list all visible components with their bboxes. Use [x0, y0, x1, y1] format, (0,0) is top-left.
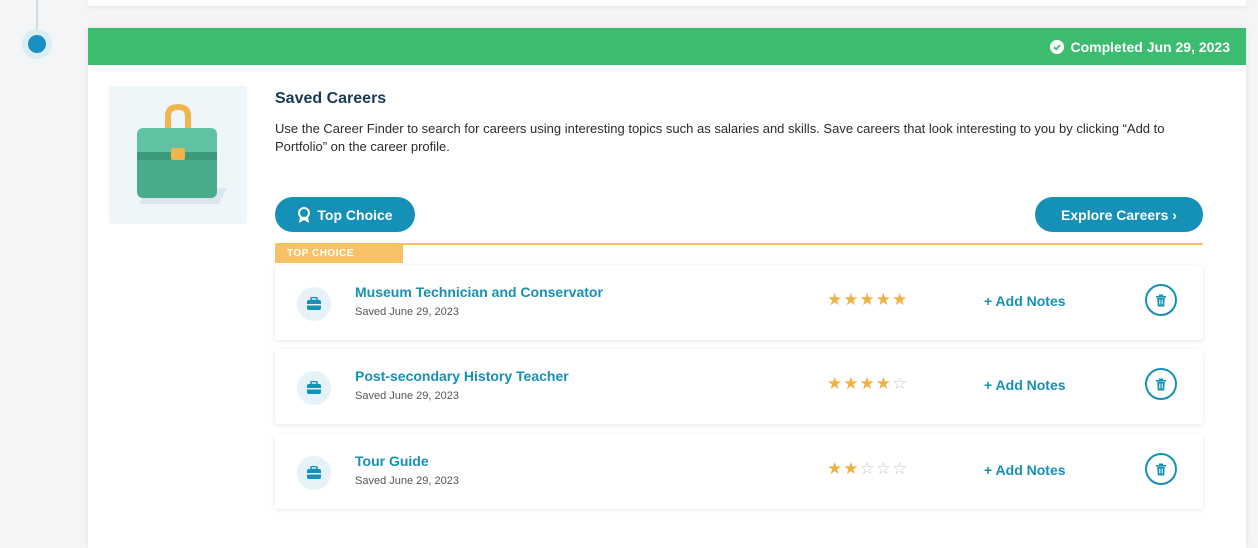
star-filled-icon[interactable]: ★	[876, 290, 892, 309]
star-filled-icon[interactable]: ★	[876, 374, 892, 393]
star-filled-icon[interactable]: ★	[843, 374, 859, 393]
saved-careers-card: Completed Jun 29, 2023 Saved Careers Use…	[88, 28, 1246, 548]
explore-careers-button[interactable]: Explore Careers ›	[1035, 197, 1203, 232]
briefcase-icon	[297, 371, 331, 405]
star-filled-icon[interactable]: ★	[860, 374, 876, 393]
career-name-link[interactable]: Tour Guide	[355, 453, 429, 469]
status-bar: Completed Jun 29, 2023	[88, 28, 1246, 65]
section-title: Saved Careers	[275, 90, 387, 107]
status-label: Completed Jun 29, 2023	[1070, 38, 1230, 55]
career-row: Museum Technician and Conservator Saved J…	[275, 265, 1203, 340]
trash-icon	[1156, 378, 1166, 390]
star-rating[interactable]: ★★☆☆☆	[827, 459, 908, 479]
star-filled-icon[interactable]: ★	[827, 374, 843, 393]
star-filled-icon[interactable]: ★	[843, 290, 859, 309]
previous-card-edge	[88, 0, 1246, 6]
star-empty-icon[interactable]: ☆	[876, 459, 892, 478]
career-row: Post-secondary History Teacher Saved June…	[275, 349, 1203, 424]
add-notes-button[interactable]: + Add Notes	[984, 377, 1066, 393]
saved-date: Saved June 29, 2023	[355, 475, 459, 487]
timeline-line	[36, 0, 38, 30]
briefcase-icon	[297, 456, 331, 490]
star-empty-icon[interactable]: ☆	[892, 374, 908, 393]
star-filled-icon[interactable]: ★	[860, 290, 876, 309]
add-notes-button[interactable]: + Add Notes	[984, 462, 1066, 478]
star-empty-icon[interactable]: ☆	[892, 459, 908, 478]
briefcase-icon	[297, 287, 331, 321]
timeline-dot	[28, 35, 46, 53]
star-filled-icon[interactable]: ★	[843, 459, 859, 478]
delete-button[interactable]	[1145, 368, 1177, 400]
top-choice-button[interactable]: Top Choice	[275, 197, 415, 232]
check-circle-icon	[1050, 39, 1065, 54]
saved-date: Saved June 29, 2023	[355, 306, 459, 318]
top-choice-label: Top Choice	[317, 206, 393, 223]
delete-button[interactable]	[1145, 284, 1177, 316]
top-choice-divider	[275, 243, 1203, 245]
add-notes-button[interactable]: + Add Notes	[984, 293, 1066, 309]
trash-icon	[1156, 463, 1166, 475]
star-filled-icon[interactable]: ★	[892, 290, 908, 309]
star-rating[interactable]: ★★★★★	[827, 290, 908, 310]
top-choice-tag: TOP CHOICE	[275, 245, 403, 263]
delete-button[interactable]	[1145, 453, 1177, 485]
star-filled-icon[interactable]: ★	[827, 459, 843, 478]
star-filled-icon[interactable]: ★	[827, 290, 843, 309]
ribbon-award-icon	[298, 206, 311, 223]
trash-icon	[1156, 294, 1166, 306]
career-row: Tour Guide Saved June 29, 2023 ★★☆☆☆ + Add …	[275, 434, 1203, 509]
career-name-link[interactable]: Post-secondary History Teacher	[355, 368, 569, 384]
career-name-link[interactable]: Museum Technician and Conservator	[355, 284, 603, 300]
briefcase-illustration	[109, 86, 247, 224]
star-rating[interactable]: ★★★★☆	[827, 374, 908, 394]
star-empty-icon[interactable]: ☆	[860, 459, 876, 478]
section-description: Use the Career Finder to search for care…	[275, 121, 1165, 154]
saved-date: Saved June 29, 2023	[355, 390, 459, 402]
